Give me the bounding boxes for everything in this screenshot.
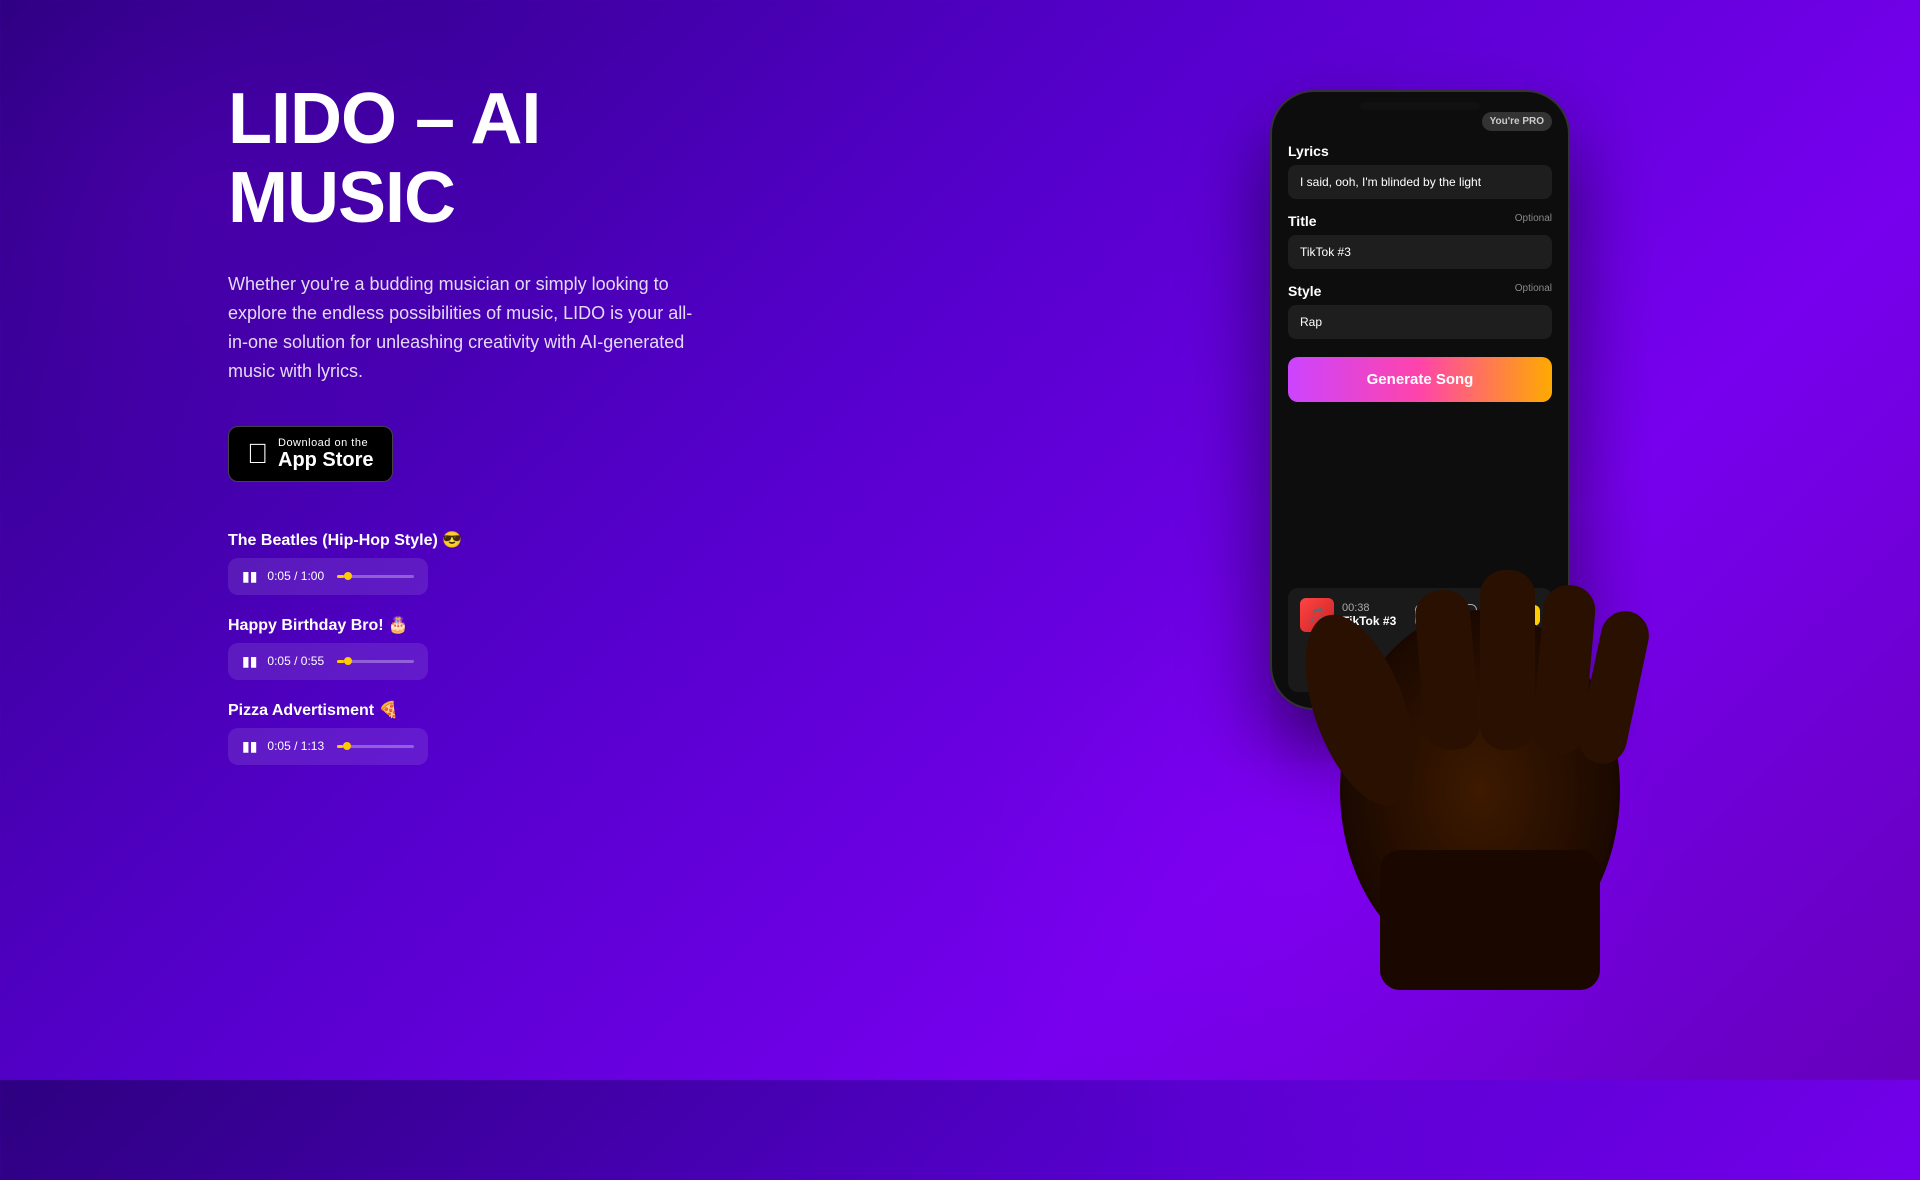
phone-hand-container: You're PRO Lyrics Title Optional Style O… (1140, 60, 1840, 1010)
nav-notes-icon[interactable]: 🎼 (1409, 650, 1431, 671)
copy-link-button[interactable]: Copy Link (1415, 604, 1477, 627)
bottom-nav: 🎵 🎼 👤 (1300, 642, 1540, 671)
apple-icon:  (247, 440, 268, 468)
phone-form: Lyrics Title Optional Style Optional Gen… (1288, 143, 1552, 588)
track-name: TikTok #3 (1342, 614, 1407, 628)
share-button[interactable]: SHARE (1485, 605, 1540, 626)
title-label: Title Optional (1288, 213, 1552, 229)
track-info: 00:38 TikTok #3 (1342, 602, 1407, 628)
nav-profile-icon[interactable]: 👤 (1489, 650, 1511, 671)
player-bar-1[interactable]: ▮▮ 0:05 / 1:00 (228, 558, 428, 595)
player-bar-2[interactable]: ▮▮ 0:05 / 0:55 (228, 643, 428, 680)
time-1: 0:05 / 1:00 (267, 569, 327, 583)
lyrics-label: Lyrics (1288, 143, 1552, 159)
style-label: Style Optional (1288, 283, 1552, 299)
song-item-2: Happy Birthday Bro! 🎂 ▮▮ 0:05 / 0:55 (228, 615, 788, 680)
phone-screen: You're PRO Lyrics Title Optional Style O… (1272, 92, 1568, 708)
time-2: 0:05 / 0:55 (267, 654, 327, 668)
song-item-3: Pizza Advertisment 🍕 ▮▮ 0:05 / 1:13 (228, 700, 788, 765)
lyrics-input[interactable] (1288, 165, 1552, 199)
track-time: 00:38 (1342, 602, 1407, 614)
song-title-3: Pizza Advertisment 🍕 (228, 700, 788, 720)
pause-icon-3[interactable]: ▮▮ (242, 738, 257, 755)
nav-indicator (1380, 679, 1460, 682)
progress-1[interactable] (337, 575, 414, 578)
pause-icon-2[interactable]: ▮▮ (242, 653, 257, 670)
song-title-1: The Beatles (Hip-Hop Style) 😎 (228, 530, 788, 550)
time-3: 0:05 / 1:13 (267, 739, 327, 753)
pause-icon-1[interactable]: ▮▮ (242, 568, 257, 585)
track-thumbnail: 🎵 (1300, 598, 1334, 632)
player-bar-3[interactable]: ▮▮ 0:05 / 1:13 (228, 728, 428, 765)
song-list: The Beatles (Hip-Hop Style) 😎 ▮▮ 0:05 / … (228, 530, 788, 765)
hero-description: Whether you're a budding musician or sim… (228, 270, 708, 385)
main-title: LIDO – AI MUSIC (228, 80, 788, 238)
title-optional: Optional (1515, 213, 1552, 224)
pro-badge: You're PRO (1482, 112, 1552, 131)
phone-wrapper: You're PRO Lyrics Title Optional Style O… (1270, 90, 1560, 710)
app-store-name: App Store (278, 449, 374, 471)
title-input[interactable] (1288, 235, 1552, 269)
song-title-2: Happy Birthday Bro! 🎂 (228, 615, 788, 635)
style-input[interactable] (1288, 305, 1552, 339)
hand-svg (1210, 290, 1710, 990)
progress-2[interactable] (337, 660, 414, 663)
phone-player-bottom: 🎵 00:38 TikTok #3 Copy Link SHARE 🎵 🎼 👤 (1288, 588, 1552, 692)
generate-song-button[interactable]: Generate Song (1288, 357, 1552, 402)
hero-content: LIDO – AI MUSIC Whether you're a budding… (228, 80, 788, 765)
style-optional: Optional (1515, 283, 1552, 294)
app-store-button[interactable]:  Download on the App Store (228, 426, 393, 482)
progress-3[interactable] (337, 745, 414, 748)
download-on-text: Download on the (278, 437, 374, 449)
song-item-1: The Beatles (Hip-Hop Style) 😎 ▮▮ 0:05 / … (228, 530, 788, 595)
phone-notch (1360, 102, 1480, 110)
nav-music-icon[interactable]: 🎵 (1329, 650, 1351, 671)
phone-frame: You're PRO Lyrics Title Optional Style O… (1270, 90, 1570, 710)
